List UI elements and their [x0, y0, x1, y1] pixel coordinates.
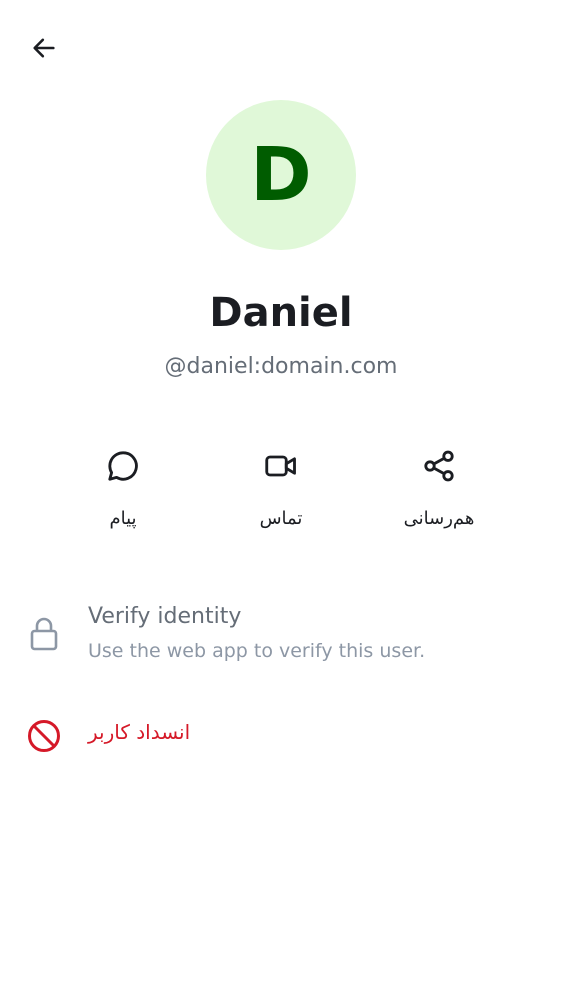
message-button[interactable]: پیام: [48, 440, 198, 550]
chat-bubble-icon: [101, 440, 145, 492]
call-label: تماس: [259, 508, 303, 529]
verify-title: Verify identity: [88, 604, 242, 629]
video-camera-icon: [259, 440, 303, 492]
share-label: هم‌رسانی: [403, 508, 475, 529]
arrow-left-icon: [30, 34, 58, 67]
verify-subtitle: Use the web app to verify this user.: [88, 640, 426, 662]
message-label: پیام: [109, 508, 137, 529]
avatar-initial: D: [250, 132, 312, 218]
block-user-button[interactable]: انسداد کاربر: [0, 706, 562, 762]
avatar: D: [206, 100, 356, 250]
lock-icon: [28, 616, 60, 652]
display-name: Daniel: [209, 290, 353, 336]
call-button[interactable]: تماس: [206, 440, 356, 550]
share-icon: [417, 440, 461, 492]
verify-identity-row: Verify identity Use the web app to verif…: [0, 596, 562, 676]
back-button[interactable]: [22, 28, 66, 72]
block-icon: [26, 718, 62, 754]
user-id: @daniel:domain.com: [164, 354, 398, 379]
share-button[interactable]: هم‌رسانی: [364, 440, 514, 550]
block-user-label: انسداد کاربر: [88, 720, 191, 744]
